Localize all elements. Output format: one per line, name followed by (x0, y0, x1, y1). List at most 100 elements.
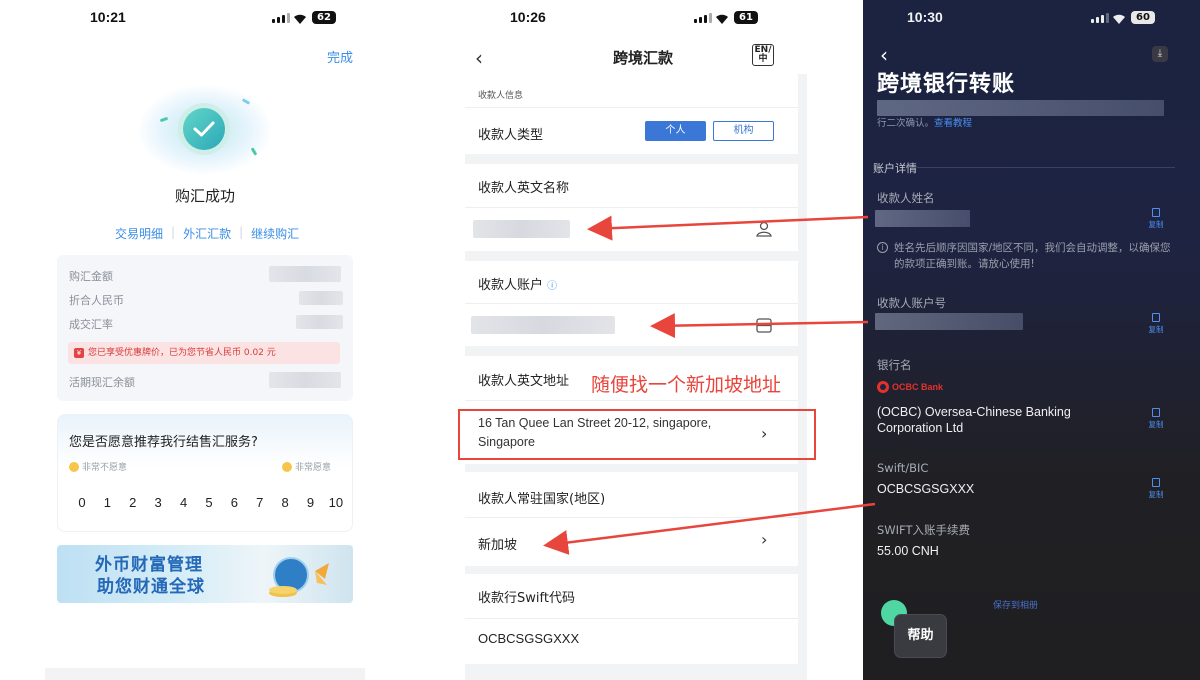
payee-account-label: 收款人账户 ⓘ (478, 274, 557, 293)
swift-value[interactable]: OCBCSGSGXXX (478, 631, 579, 646)
redacted-value (299, 291, 343, 305)
payee-address-label: 收款人英文地址 (478, 374, 570, 389)
divider (465, 303, 798, 304)
globe-coins-icon (269, 557, 329, 597)
nps-option[interactable]: 6 (226, 495, 242, 510)
copy-button[interactable]: 复制 (1146, 408, 1166, 430)
nps-option[interactable]: 0 (74, 495, 90, 510)
card-scan-icon[interactable] (756, 318, 772, 333)
divider (465, 207, 798, 208)
nps-option[interactable]: 8 (277, 495, 293, 510)
copy-label: 复制 (1148, 490, 1164, 499)
row-label-rmb: 折合人民币 (69, 294, 124, 307)
nps-option[interactable]: 2 (125, 495, 141, 510)
copy-button[interactable]: 复制 (1146, 478, 1166, 500)
quick-links: 交易明细 | 外汇汇款 | 继续购汇 (115, 225, 299, 242)
wifi-icon (294, 14, 306, 24)
payee-account-redacted[interactable] (471, 316, 615, 334)
type-organization-button[interactable]: 机构 (713, 121, 774, 141)
nps-option[interactable]: 7 (252, 495, 268, 510)
banner-line2: 助您财通全球 (97, 577, 205, 597)
copy-icon (1152, 313, 1160, 322)
nps-option[interactable]: 5 (201, 495, 217, 510)
info-icon: i (877, 242, 888, 253)
chevron-right-icon[interactable]: › (761, 530, 767, 549)
status-bar: 10:30 60 (863, 9, 1200, 29)
redacted-value (296, 315, 343, 329)
help-button[interactable]: 帮助 (894, 614, 947, 658)
hint-prefix: 行二次确认。 (877, 118, 935, 129)
status-bar: 10:26 61 (420, 9, 863, 29)
nps-option[interactable]: 9 (303, 495, 319, 510)
copy-icon (1152, 208, 1160, 217)
page-title: 跨境银行转账 (877, 72, 1016, 97)
screen-purchase-success: 10:21 62 完成 购汇成功 交易明细 | 外汇汇款 | 继续购汇 购汇金额… (0, 0, 420, 680)
status-bar: 10:21 62 (0, 9, 420, 29)
success-title: 购汇成功 (174, 187, 235, 205)
status-time: 10:21 (90, 9, 126, 25)
discount-icon: ¥ (74, 348, 84, 358)
section-label: 收款人信息 (478, 91, 524, 101)
download-icon[interactable]: ⤓ (1152, 46, 1168, 62)
link-separator: | (171, 225, 176, 239)
happy-face-icon (282, 461, 292, 472)
payee-name-section: 收款人英文名称 (465, 164, 798, 251)
link-continue-purchase[interactable]: 继续购汇 (251, 225, 299, 242)
ocbc-logo-text: OCBC Bank (892, 382, 944, 392)
address-highlight-box (458, 409, 816, 460)
contact-person-icon[interactable] (755, 220, 773, 238)
tutorial-link[interactable]: 查看教程 (934, 118, 972, 129)
battery-icon: 60 (1131, 11, 1155, 24)
swift-label: Swift/BIC (877, 461, 929, 475)
divider (465, 400, 798, 401)
hint-text: 行二次确认。查看教程 (877, 115, 972, 129)
copy-button[interactable]: 复制 (1146, 313, 1166, 335)
divider (465, 107, 798, 108)
name-order-text: 姓名先后顺序因国家/地区不同，我们会自动调整，以确保您的款项正确到账。请放心使用… (894, 242, 1171, 270)
payee-country-value[interactable]: 新加坡 (478, 534, 517, 553)
status-time: 10:30 (907, 9, 943, 25)
name-order-note: i 姓名先后顺序因国家/地区不同，我们会自动调整，以确保您的款项正确到账。请放心… (877, 240, 1177, 272)
payee-country-section: 收款人常驻国家(地区) 新加坡 › (465, 472, 798, 566)
discount-text: 您已享受优惠牌价，已为您节省人民币 0.02 元 (88, 348, 276, 358)
type-personal-button[interactable]: 个人 (645, 121, 706, 141)
payee-name-label: 收款人姓名 (877, 191, 935, 205)
survey-question: 您是否愿意推荐我行结售汇服务? (69, 435, 258, 450)
back-arrow-icon[interactable]: ‹ (880, 43, 888, 67)
divider (917, 167, 1175, 168)
redacted-value (269, 372, 341, 388)
discount-notice: ¥ 您已享受优惠牌价，已为您节省人民币 0.02 元 (68, 342, 340, 364)
nps-option[interactable]: 1 (99, 495, 115, 510)
redacted-value (269, 266, 341, 282)
swift-value: OCBCSGSGXXX (877, 482, 975, 496)
link-remittance[interactable]: 外汇汇款 (183, 225, 231, 242)
promo-banner[interactable]: 外币财富管理 助您财通全球 (57, 545, 353, 603)
done-button[interactable]: 完成 (327, 47, 353, 66)
ocbc-logo-icon (877, 381, 889, 393)
language-switch-icon[interactable]: EN/中 (752, 44, 774, 66)
link-transaction-detail[interactable]: 交易明细 (115, 225, 163, 242)
payee-type-section: 收款人信息 收款人类型 个人 机构 (465, 74, 798, 154)
payee-name-redacted[interactable] (473, 220, 570, 238)
nps-survey-card: 您是否愿意推荐我行结售汇服务? 非常不愿意 非常愿意 0 1 2 3 4 5 6… (57, 414, 353, 532)
copy-label: 复制 (1148, 220, 1164, 229)
survey-low-text: 非常不愿意 (82, 463, 128, 473)
wifi-icon (1113, 14, 1125, 24)
nps-option[interactable]: 3 (150, 495, 166, 510)
nps-option[interactable]: 4 (176, 495, 192, 510)
payee-account-label: 收款人账户号 (877, 296, 946, 310)
row-label-amount: 购汇金额 (69, 270, 113, 283)
copy-label: 复制 (1148, 325, 1164, 334)
payee-account-section: 收款人账户 ⓘ (465, 261, 798, 346)
nps-option[interactable]: 10 (328, 495, 344, 510)
survey-low-label: 非常不愿意 (69, 460, 127, 473)
sad-face-icon (69, 461, 79, 472)
fee-label: SWIFT入账手续费 (877, 523, 970, 537)
copy-button[interactable]: 复制 (1146, 208, 1166, 230)
save-to-album-link[interactable]: 保存到相册 (993, 598, 1038, 611)
survey-high-label: 非常愿意 (282, 460, 331, 473)
copy-icon (1152, 478, 1160, 487)
screen-bank-transfer-details: 10:30 60 ‹ ⤓ 跨境银行转账 行二次确认。查看教程 账户详情 收款人姓… (863, 0, 1200, 680)
info-icon[interactable]: ⓘ (547, 281, 557, 292)
bottom-bar (45, 668, 365, 680)
